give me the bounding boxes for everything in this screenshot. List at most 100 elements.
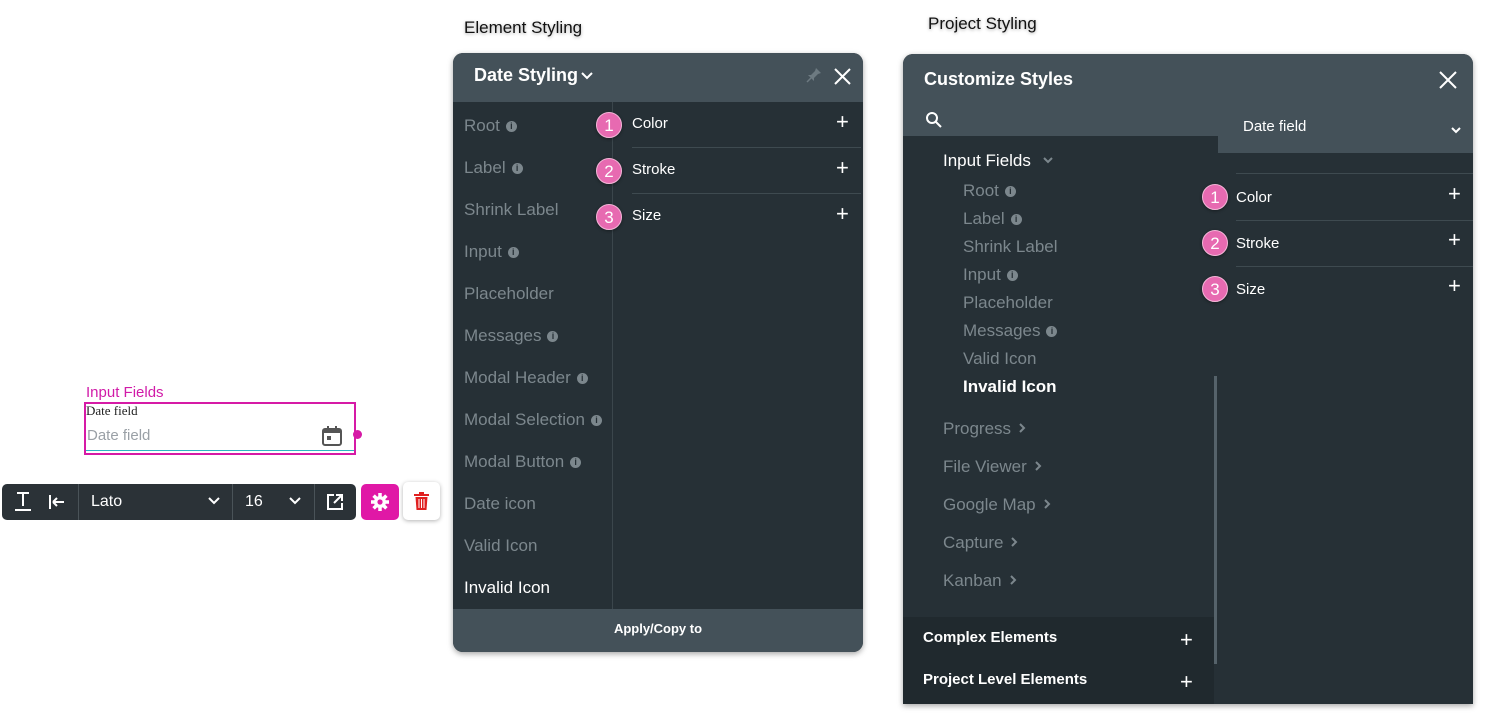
style-item-modal-header[interactable]: Modal Header i (464, 368, 588, 388)
tree-group-kanban[interactable]: Kanban (943, 571, 1017, 591)
text-color-icon[interactable] (14, 491, 32, 513)
step-badge-3: 3 (1202, 276, 1228, 302)
style-item-shrink-label[interactable]: Shrink Label (464, 200, 559, 220)
font-family-select[interactable]: Lato (91, 493, 122, 511)
chevron-down-icon[interactable] (288, 496, 302, 506)
trash-icon (414, 492, 429, 510)
tree-item-messages[interactable]: Messages i (963, 321, 1058, 341)
plus-icon[interactable]: + (1448, 229, 1461, 251)
info-icon: i (1010, 214, 1022, 225)
info-icon: i (507, 247, 519, 258)
tree-group-google-map[interactable]: Google Map (943, 495, 1051, 515)
tree-item-invalid-icon[interactable]: Invalid Icon (963, 377, 1057, 397)
plus-icon[interactable]: + (836, 111, 849, 133)
step-badge-2: 2 (1202, 230, 1228, 256)
external-link-icon[interactable] (326, 493, 344, 511)
info-icon: i (547, 331, 559, 342)
style-item-invalid-icon[interactable]: Invalid Icon (464, 578, 550, 598)
gear-icon (371, 493, 389, 511)
project-styling-caption: Project Styling (928, 14, 1037, 33)
customize-styles-title: Customize Styles (924, 69, 1074, 89)
plus-icon[interactable]: + (836, 203, 849, 225)
tree-group-input-fields[interactable]: Input Fields (943, 151, 1054, 171)
tree-item-input[interactable]: Input i (963, 265, 1018, 285)
tree-group-capture[interactable]: Capture (943, 533, 1018, 553)
apply-copy-button[interactable]: Apply/Copy to (453, 609, 863, 652)
chevron-down-icon (1451, 127, 1461, 134)
chevron-down-icon (1042, 157, 1053, 164)
style-item-placeholder[interactable]: Placeholder (464, 284, 554, 304)
customize-styles-panel: Customize Styles Date field Input Fields… (903, 54, 1473, 704)
section-complex-elements[interactable]: Complex Elements + (903, 617, 1214, 659)
chevron-down-icon[interactable] (580, 71, 594, 81)
tree-item-valid-icon[interactable]: Valid Icon (963, 349, 1036, 369)
info-icon: i (1046, 326, 1058, 337)
tree-item-placeholder[interactable]: Placeholder (963, 293, 1053, 313)
tree-item-label[interactable]: Label i (963, 209, 1022, 229)
chevron-right-icon (1035, 461, 1042, 471)
section-project-level-elements[interactable]: Project Level Elements + (903, 659, 1214, 704)
tree-scrollbar[interactable] (1214, 376, 1217, 664)
chevron-right-icon (1043, 499, 1051, 509)
style-item-messages[interactable]: Messages i (464, 326, 559, 346)
plus-icon[interactable]: + (836, 157, 849, 179)
calendar-icon[interactable] (321, 425, 343, 447)
plus-icon[interactable]: + (1448, 183, 1461, 205)
style-item-valid-icon[interactable]: Valid Icon (464, 536, 537, 556)
tree-item-shrink-label[interactable]: Shrink Label (963, 237, 1058, 257)
info-icon: i (505, 121, 517, 132)
info-icon: i (1006, 270, 1018, 281)
font-size-select[interactable]: 16 (245, 493, 263, 511)
element-styling-caption: Element Styling (464, 18, 583, 37)
property-row-size[interactable]: Size + (632, 194, 863, 240)
indent-icon[interactable] (48, 494, 66, 510)
tree-item-root[interactable]: Root i (963, 181, 1016, 201)
date-styling-panel: Date Styling Root i Label i Shrink Label I… (453, 53, 863, 652)
style-item-root[interactable]: Root i (464, 116, 517, 136)
delete-button[interactable] (403, 482, 440, 520)
close-icon[interactable] (1439, 71, 1457, 89)
element-select[interactable]: Date field (1218, 104, 1473, 153)
chevron-down-icon[interactable] (207, 496, 221, 506)
chevron-right-icon (1019, 423, 1026, 433)
plus-icon[interactable]: + (1180, 629, 1193, 651)
style-item-label[interactable]: Label i (464, 158, 523, 178)
date-field-label: Date field (86, 403, 138, 418)
search-icon (926, 112, 942, 128)
formatting-toolbar: Lato 16 (2, 484, 356, 520)
date-styling-title[interactable]: Date Styling (474, 65, 578, 86)
property-row-color[interactable]: Color + (632, 102, 863, 148)
info-icon: i (576, 373, 588, 384)
step-badge-1: 1 (1202, 184, 1228, 210)
close-icon[interactable] (834, 68, 851, 85)
customize-styles-header: Customize Styles (903, 54, 1473, 104)
info-icon: i (570, 457, 582, 468)
plus-icon[interactable]: + (1180, 671, 1193, 693)
settings-button[interactable] (361, 484, 399, 520)
plus-icon[interactable]: + (1448, 275, 1461, 297)
info-icon: i (1004, 186, 1016, 197)
style-item-modal-selection[interactable]: Modal Selection i (464, 410, 602, 430)
property-row-color[interactable]: Color + (1236, 174, 1473, 220)
property-row-stroke[interactable]: Stroke + (632, 148, 863, 194)
chevron-right-icon (1009, 575, 1017, 585)
style-item-date-icon[interactable]: Date icon (464, 494, 536, 514)
date-styling-header: Date Styling (453, 53, 863, 102)
step-badge-2: 2 (596, 158, 622, 184)
step-badge-3: 3 (596, 204, 622, 230)
chevron-right-icon (1011, 537, 1018, 547)
resize-handle[interactable] (353, 430, 362, 439)
step-badge-1: 1 (596, 112, 622, 138)
style-item-modal-button[interactable]: Modal Button i (464, 452, 582, 472)
property-row-stroke[interactable]: Stroke + (1236, 220, 1473, 266)
tree-group-file-viewer[interactable]: File Viewer (943, 457, 1042, 477)
style-item-input[interactable]: Input i (464, 242, 519, 262)
property-row-size[interactable]: Size + (1236, 266, 1473, 312)
date-field-placeholder[interactable]: Date field (87, 427, 150, 444)
field-group-title: Input Fields (86, 384, 164, 401)
info-icon: i (511, 163, 523, 174)
pin-icon[interactable] (806, 67, 822, 85)
tree-group-progress[interactable]: Progress (943, 419, 1026, 439)
info-icon: i (590, 415, 602, 426)
search-input[interactable] (903, 104, 1218, 136)
